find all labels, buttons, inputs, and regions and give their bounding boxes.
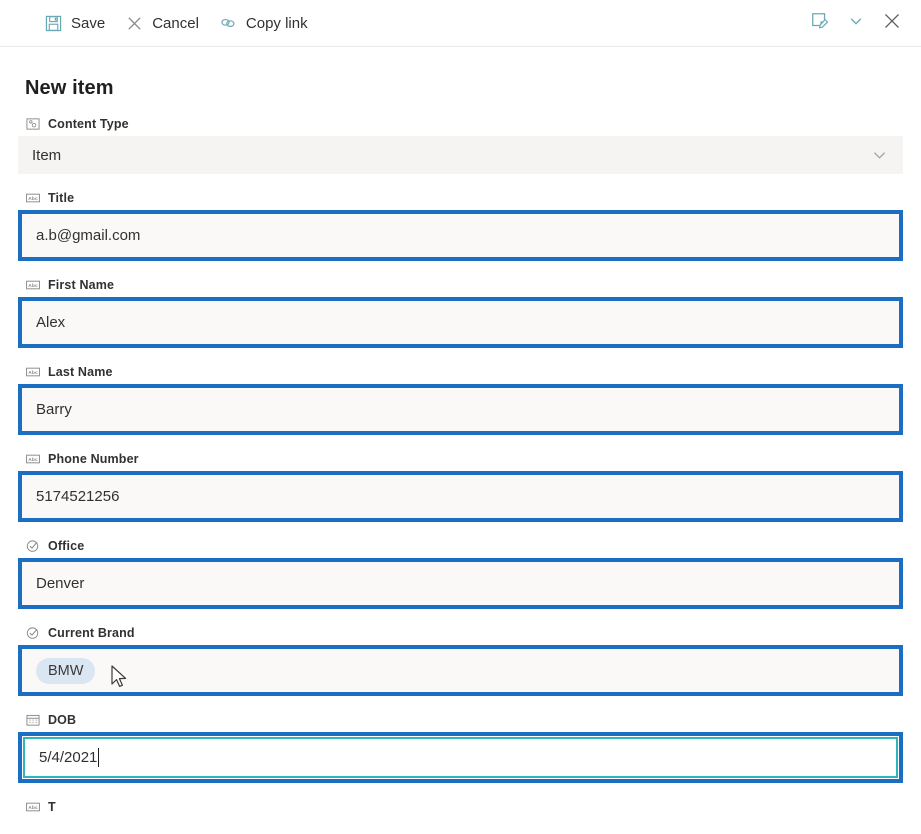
current-brand-highlight-box: BMW <box>18 645 903 696</box>
last-name-highlight-box: Barry <box>18 384 903 435</box>
field-label-current-brand: Current Brand <box>25 625 903 640</box>
field-label-phone-number: Abc Phone Number <box>25 451 903 466</box>
dob-highlight-box: 5/4/2021 <box>18 732 903 783</box>
first-name-highlight-box: Alex <box>18 297 903 348</box>
current-brand-input[interactable]: BMW <box>22 649 899 692</box>
title-value: a.b@gmail.com <box>36 227 141 244</box>
field-label-text: Phone Number <box>48 451 139 466</box>
svg-text:Abc: Abc <box>28 804 38 810</box>
content-type-dropdown[interactable]: Item <box>18 136 903 174</box>
dob-input[interactable]: 5/4/2021 <box>25 739 896 776</box>
text-abc-icon: Abc <box>25 277 40 292</box>
field-title: Abc Title a.b@gmail.com <box>18 190 903 261</box>
field-label-text: Office <box>48 538 85 553</box>
office-input[interactable]: Denver <box>22 562 899 605</box>
save-button[interactable]: Save <box>34 6 115 40</box>
title-input[interactable]: a.b@gmail.com <box>22 214 899 257</box>
first-name-value: Alex <box>36 314 66 331</box>
calendar-icon <box>25 712 40 727</box>
phone-number-input[interactable]: 5174521256 <box>22 475 899 518</box>
content-type-icon <box>25 116 40 131</box>
close-icon <box>125 14 143 32</box>
phone-number-highlight-box: 5174521256 <box>18 471 903 522</box>
field-label-text: Title <box>48 190 75 205</box>
choice-check-icon <box>25 625 40 640</box>
office-highlight-box: Denver <box>18 558 903 609</box>
close-panel-button[interactable] <box>875 6 909 40</box>
phone-number-value: 5174521256 <box>36 488 120 505</box>
field-label-text: DOB <box>48 712 77 727</box>
save-button-label: Save <box>71 14 106 32</box>
field-label-text: T <box>48 799 56 814</box>
edit-form-button[interactable] <box>803 6 837 40</box>
field-office: Office Denver <box>18 538 903 609</box>
field-label-office: Office <box>25 538 903 553</box>
text-abc-icon: Abc <box>25 799 40 814</box>
save-icon <box>44 14 62 32</box>
svg-text:Abc: Abc <box>28 195 38 201</box>
field-content-type: Content Type Item <box>18 116 903 174</box>
cancel-button-label: Cancel <box>152 14 199 32</box>
field-label-text: Current Brand <box>48 625 135 640</box>
current-brand-pill[interactable]: BMW <box>36 657 96 684</box>
svg-text:Abc: Abc <box>28 369 38 375</box>
link-icon <box>219 14 237 32</box>
field-current-brand: Current Brand BMW <box>18 625 903 696</box>
command-bar: Save Cancel Copy link <box>0 0 921 47</box>
close-panel-icon <box>883 12 901 35</box>
copy-link-button[interactable]: Copy link <box>209 6 318 40</box>
dob-value: 5/4/2021 <box>39 749 98 766</box>
office-value: Denver <box>36 575 85 592</box>
field-dob: DOB 5/4/2021 <box>18 712 903 783</box>
copy-link-button-label: Copy link <box>245 14 308 32</box>
cancel-button[interactable]: Cancel <box>115 6 209 40</box>
first-name-input[interactable]: Alex <box>22 301 899 344</box>
title-highlight-box: a.b@gmail.com <box>18 210 903 261</box>
svg-text:Abc: Abc <box>28 282 38 288</box>
text-caret <box>98 748 100 767</box>
field-label-first-name: Abc First Name <box>25 277 903 292</box>
field-label-last-name: Abc Last Name <box>25 364 903 379</box>
field-label-text: First Name <box>48 277 115 292</box>
svg-text:Abc: Abc <box>28 456 38 462</box>
text-abc-icon: Abc <box>25 190 40 205</box>
field-last-name: Abc Last Name Barry <box>18 364 903 435</box>
dob-focus-ring: 5/4/2021 <box>23 737 898 778</box>
field-label-text: Content Type <box>48 116 129 131</box>
chevron-down-icon <box>849 14 863 33</box>
field-label-text: Last Name <box>48 364 113 379</box>
field-first-name: Abc First Name Alex <box>18 277 903 348</box>
text-abc-icon: Abc <box>25 364 40 379</box>
new-item-form: New item Content Type Item Abc Title a.b… <box>0 77 921 814</box>
chevron-down-icon <box>872 148 887 163</box>
field-label-next-partial: Abc T <box>25 799 903 814</box>
last-name-input[interactable]: Barry <box>22 388 899 431</box>
choice-check-icon <box>25 538 40 553</box>
more-options-button[interactable] <box>839 6 873 40</box>
edit-form-icon <box>810 11 830 36</box>
field-next-partial: Abc T <box>18 799 903 814</box>
field-label-content-type: Content Type <box>25 116 903 131</box>
page-title: New item <box>25 77 114 99</box>
field-label-dob: DOB <box>25 712 903 727</box>
field-phone-number: Abc Phone Number 5174521256 <box>18 451 903 522</box>
content-type-value: Item <box>32 146 62 164</box>
last-name-value: Barry <box>36 401 72 418</box>
field-label-title: Abc Title <box>25 190 903 205</box>
command-bar-right-group <box>803 6 909 40</box>
text-abc-icon: Abc <box>25 451 40 466</box>
